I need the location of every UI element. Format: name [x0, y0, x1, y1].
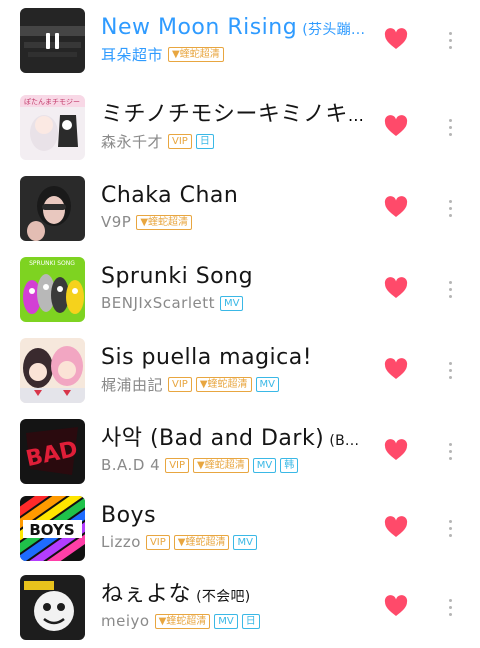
artist-name[interactable]: 梶浦由記: [101, 374, 163, 394]
artist-name[interactable]: BENJIxScarlett: [101, 294, 215, 312]
song-title[interactable]: Chaka Chan: [101, 183, 238, 208]
album-cover-anime-duo-icon: [20, 338, 85, 403]
more-options-icon[interactable]: [440, 593, 460, 621]
heart-icon[interactable]: [384, 439, 408, 461]
artist-name[interactable]: Lizzo: [101, 533, 141, 551]
cover-label: SPRUNKI SONG: [29, 260, 75, 267]
heart-icon[interactable]: [384, 358, 408, 380]
more-options-icon[interactable]: [440, 437, 460, 465]
quality-tag: ▼蝰蛇超清: [168, 46, 224, 62]
artist-name[interactable]: 森永千才: [101, 131, 163, 151]
song-title[interactable]: ミチノチモシーキミノキモチ: [101, 102, 369, 127]
quality-tag: ▼蝰蛇超清: [193, 457, 249, 473]
song-title-extra: (不会吧): [196, 589, 251, 605]
artist-name[interactable]: meiyo: [101, 612, 150, 630]
vip-tag: VIP: [165, 457, 190, 473]
more-options-icon[interactable]: [440, 113, 460, 141]
language-tag: 日: [241, 613, 260, 629]
album-cover[interactable]: BOYS: [20, 496, 85, 561]
pause-icon[interactable]: [20, 8, 85, 73]
song-title[interactable]: 사악 (Bad and Dark): [101, 426, 324, 451]
mv-tag[interactable]: MV: [233, 534, 257, 550]
album-cover-sprunki-icon: SPRUNKI SONG: [20, 257, 85, 322]
song-title[interactable]: Boys: [101, 503, 156, 528]
song-title[interactable]: Sis puella magica!: [101, 345, 312, 370]
heart-icon[interactable]: [384, 277, 408, 299]
artist-name[interactable]: 耳朵超市: [101, 44, 163, 64]
heart-icon[interactable]: [384, 115, 408, 137]
song-title[interactable]: New Moon Rising: [101, 15, 297, 40]
artist-name[interactable]: V9P: [101, 213, 131, 231]
album-cover[interactable]: [20, 575, 85, 640]
vip-tag: VIP: [168, 376, 192, 392]
language-tag: 韩: [280, 457, 299, 473]
quality-tag: ▼蝰蛇超清: [154, 613, 211, 629]
song-row[interactable]: ねぇよな (不会吧) meiyo ▼蝰蛇超清 MV 日: [0, 567, 480, 647]
album-cover-boys-icon: BOYS: [20, 496, 85, 561]
quality-tag: ▼蝰蛇超清: [136, 214, 193, 230]
song-title[interactable]: ねぇよな: [101, 582, 191, 607]
song-row[interactable]: Chaka Chan V9P ▼蝰蛇超清: [0, 168, 480, 248]
heart-icon[interactable]: [384, 595, 408, 617]
album-cover[interactable]: BAD: [20, 419, 85, 484]
album-cover[interactable]: [20, 176, 85, 241]
mv-tag[interactable]: MV: [214, 613, 238, 629]
cover-label: ぽたんまチモジー: [24, 98, 80, 106]
vip-tag: VIP: [168, 133, 192, 149]
mv-tag[interactable]: MV: [255, 376, 280, 392]
album-cover[interactable]: ぽたんまチモジー: [20, 95, 85, 160]
quality-tag: ▼蝰蛇超清: [173, 534, 230, 550]
song-list: New Moon Rising (芬头蹦... 耳朵超市 ▼蝰蛇超清 ぽたんまチ…: [0, 0, 480, 648]
album-cover-portrait-icon: [20, 176, 85, 241]
mv-tag[interactable]: MV: [220, 295, 244, 311]
heart-icon[interactable]: [384, 516, 408, 538]
song-title-extra: (芬头蹦...: [302, 22, 366, 38]
more-options-icon[interactable]: [440, 356, 460, 384]
song-row[interactable]: New Moon Rising (芬头蹦... 耳朵超市 ▼蝰蛇超清: [0, 0, 480, 80]
song-title[interactable]: Sprunki Song: [101, 264, 253, 289]
mv-tag[interactable]: MV: [252, 457, 277, 473]
album-cover-bad-logo-icon: BAD: [20, 419, 85, 484]
song-row[interactable]: BOYS Boys Lizzo VIP ▼蝰蛇超清 MV: [0, 488, 480, 568]
album-cover[interactable]: [20, 8, 85, 73]
more-options-icon[interactable]: [440, 194, 460, 222]
cover-label: BOYS: [29, 521, 74, 539]
song-row[interactable]: Sis puella magica! 梶浦由記 VIP ▼蝰蛇超清 MV: [0, 330, 480, 410]
heart-icon[interactable]: [384, 28, 408, 50]
language-tag: 日: [195, 133, 214, 149]
song-title-extra: (B...: [329, 433, 360, 449]
heart-icon[interactable]: [384, 196, 408, 218]
album-cover[interactable]: SPRUNKI SONG: [20, 257, 85, 322]
artist-name[interactable]: B.A.D 4: [101, 456, 160, 474]
vip-tag: VIP: [145, 534, 170, 550]
quality-tag: ▼蝰蛇超清: [195, 376, 252, 392]
more-options-icon[interactable]: [440, 514, 460, 542]
album-cover-meiyo-icon: [20, 575, 85, 640]
more-options-icon[interactable]: [440, 275, 460, 303]
album-cover-anime-girl-icon: ぽたんまチモジー: [20, 95, 85, 160]
more-options-icon[interactable]: [440, 26, 460, 54]
album-cover[interactable]: [20, 338, 85, 403]
song-row[interactable]: SPRUNKI SONG Sprunki Song BENJIxScarlett…: [0, 249, 480, 329]
song-row[interactable]: ぽたんまチモジー ミチノチモシーキミノキモチ … 森永千才 VIP 日: [0, 87, 480, 167]
song-row[interactable]: BAD 사악 (Bad and Dark) (B... B.A.D 4 VIP …: [0, 411, 480, 491]
